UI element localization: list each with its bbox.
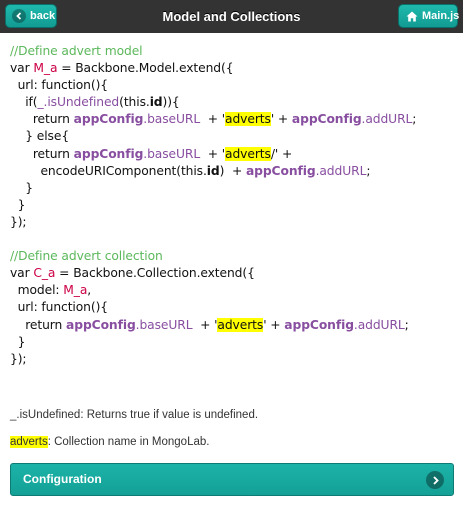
note-text: : Collection name in MongoLab. [47,436,210,448]
code-line: }); [10,351,27,366]
code-line: url: function(){ [10,78,108,93]
note-highlight: adverts [10,436,48,448]
code-line: } [10,334,26,349]
back-button-label: back [30,10,56,22]
code-line: var M_a = Backbone.Model.extend({ [10,61,234,76]
code-line: var C_a = Backbone.Collection.extend({ [10,266,255,281]
note-isundefined: _.isUndefined: Returns true if value is … [10,409,259,421]
back-button[interactable]: back [5,4,57,28]
main-js-button[interactable]: Main.js [398,4,460,28]
code-line: return appConfig.baseURL + 'adverts' + a… [10,112,417,127]
code-comment: //Define advert model [10,44,143,58]
code-line: encodeURIComponent(this.id) + appConfig.… [10,163,371,178]
code-line: }); [10,214,27,229]
content-area: //Define advert model var M_a = Backbone… [0,33,463,512]
code-block: //Define advert model var M_a = Backbone… [10,43,460,368]
chevron-left-icon [12,9,26,23]
code-comment: //Define advert collection [10,249,163,264]
chevron-right-icon [426,471,444,489]
code-line: url: function(){ [10,300,108,315]
configuration-button[interactable]: Configuration [10,463,454,496]
code-line: if(_.isUndefined(this.id)){ [10,95,180,110]
code-line: return appConfig.baseURL + 'adverts' + a… [10,317,409,332]
header-bar: Model and Collections back Main.js [0,0,463,34]
code-line: return appConfig.baseURL + 'adverts/' + [10,146,293,161]
code-line: } [10,197,26,212]
code-line: } [10,180,33,195]
page-title: Model and Collections [162,9,301,24]
code-line: } else{ [10,129,70,144]
note-adverts: adverts: Collection name in MongoLab. [10,436,209,448]
code-line: model: M_a, [10,283,92,298]
configuration-label: Configuration [23,472,102,486]
main-js-label: Main.js [422,10,460,22]
home-icon [405,9,419,23]
